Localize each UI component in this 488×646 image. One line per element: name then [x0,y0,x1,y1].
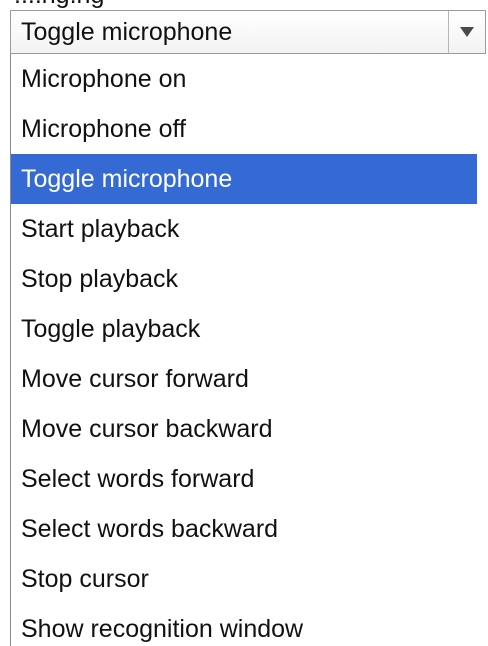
option-start-playback[interactable]: Start playback [11,204,477,254]
option-stop-playback[interactable]: Stop playback [11,254,477,304]
dropdown-list: Microphone on Microphone off Toggle micr… [10,54,477,646]
option-toggle-playback[interactable]: Toggle playback [11,304,477,354]
option-select-words-forward[interactable]: Select words forward [11,454,477,504]
select-value: Toggle microphone [21,18,233,46]
option-select-words-backward[interactable]: Select words backward [11,504,477,554]
command-select[interactable]: Toggle microphone [10,10,486,54]
option-stop-cursor[interactable]: Stop cursor [11,554,477,604]
option-show-recognition-window[interactable]: Show recognition window [11,604,477,646]
partial-label: ....ng.ng [14,0,104,10]
chevron-down-icon [460,27,474,37]
screen: ....ng.ng Toggle microphone Microphone o… [0,0,488,646]
option-microphone-off[interactable]: Microphone off [11,104,477,154]
option-microphone-on[interactable]: Microphone on [11,54,477,104]
option-toggle-microphone[interactable]: Toggle microphone [11,154,477,204]
option-move-cursor-forward[interactable]: Move cursor forward [11,354,477,404]
dropdown-arrow-button[interactable] [449,11,485,53]
option-move-cursor-backward[interactable]: Move cursor backward [11,404,477,454]
